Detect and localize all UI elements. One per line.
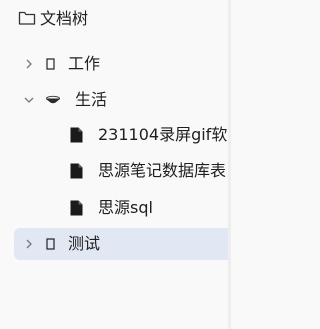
panel-divider xyxy=(228,0,231,329)
document-icon xyxy=(70,163,83,179)
tree-item-doc-3[interactable]: 思源sql xyxy=(14,192,231,224)
empty-box-icon xyxy=(46,58,55,70)
chevron-right-icon[interactable] xyxy=(22,57,36,71)
bowl-icon xyxy=(46,95,60,104)
tree-header[interactable]: 文档树 xyxy=(0,0,231,38)
tree-title: 文档树 xyxy=(40,9,89,28)
tree-item-label: 生活 xyxy=(75,90,108,109)
tree-item-label: 思源笔记数据库表 xyxy=(98,161,227,180)
chevron-down-icon[interactable] xyxy=(22,93,36,107)
document-tree-panel: 文档树 工作 生活 231104录屏gif软 思源笔记数据库表 思源sql 测试 xyxy=(0,0,231,329)
tree-item-label: 工作 xyxy=(68,54,101,73)
tree-item-test[interactable]: 测试 xyxy=(14,228,231,260)
folder-outline-icon xyxy=(18,11,36,25)
empty-box-icon xyxy=(46,238,55,250)
tree-item-label: 231104录屏gif软 xyxy=(98,125,228,144)
tree-item-doc-2[interactable]: 思源笔记数据库表 xyxy=(14,155,231,187)
tree-item-work[interactable]: 工作 xyxy=(14,48,231,80)
document-icon xyxy=(70,200,83,216)
chevron-right-icon[interactable] xyxy=(22,237,36,251)
document-icon xyxy=(70,127,83,143)
tree-item-label: 测试 xyxy=(68,234,101,253)
tree-item-life[interactable]: 生活 xyxy=(14,84,231,116)
tree-item-doc-1[interactable]: 231104录屏gif软 xyxy=(14,119,231,151)
tree-item-label: 思源sql xyxy=(98,198,153,217)
